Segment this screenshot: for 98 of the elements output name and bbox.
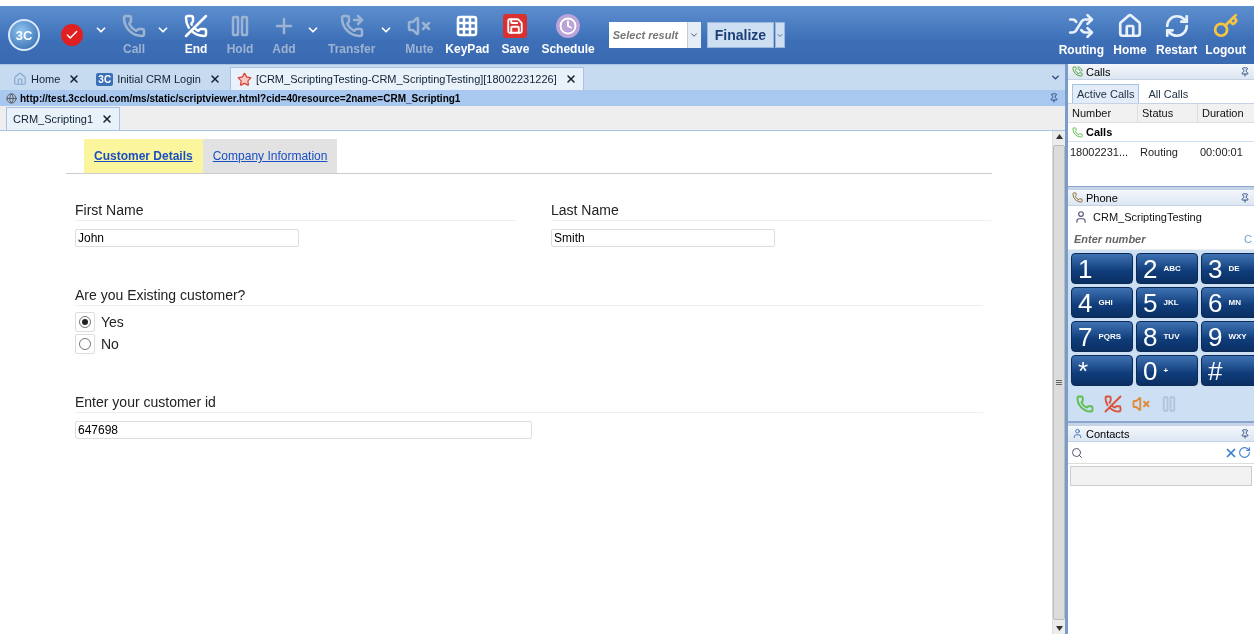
pin-icon[interactable] — [1240, 66, 1250, 77]
phone-icon — [1072, 66, 1083, 77]
field-label: Enter your customer id — [75, 394, 983, 413]
phone-icon — [1072, 192, 1083, 203]
panel-tab[interactable]: Active Calls — [1072, 84, 1140, 103]
shuffle-icon — [1068, 13, 1095, 39]
refresh-icon — [1163, 13, 1190, 39]
dial-key[interactable]: 3 DE — [1201, 253, 1254, 284]
save-icon — [503, 14, 528, 38]
keypad-button[interactable]: KeyPad — [441, 9, 494, 61]
restart-button[interactable]: Restart — [1152, 9, 1202, 61]
call-row[interactable]: 18002231... Routing 00:00:01 — [1068, 142, 1254, 162]
tab-label: [CRM_ScriptingTesting-CRM_ScriptingTesting][18002231226] — [255, 73, 557, 85]
routing-button[interactable]: Routing — [1054, 9, 1108, 61]
panel-tab[interactable]: All Calls — [1143, 84, 1194, 103]
form-tab[interactable]: Company Information — [202, 139, 338, 173]
group-row[interactable]: Calls — [1068, 123, 1254, 142]
table-cell-text: Routing — [1139, 145, 1179, 160]
option-label: No — [101, 336, 119, 352]
browser-tab[interactable]: 3C Initial CRM Login — [89, 67, 228, 90]
refresh-icon[interactable] — [1238, 446, 1251, 459]
globe-icon — [6, 92, 17, 104]
mute-icon — [407, 14, 432, 38]
document-tab[interactable]: CRM_Scripting1 — [6, 107, 121, 130]
phone-icon — [1072, 126, 1083, 138]
dial-key[interactable]: 5 JKL — [1136, 287, 1198, 318]
caret-icon[interactable] — [775, 22, 786, 48]
table-cell-text: 18002231... — [1069, 145, 1130, 160]
group-label: Calls — [1086, 126, 1113, 138]
field-label: First Name — [75, 202, 515, 221]
user-icon — [1074, 210, 1088, 224]
contact-icon — [1072, 428, 1083, 439]
pin-icon[interactable] — [1240, 428, 1250, 439]
text-field[interactable]: Smith — [551, 229, 775, 247]
profile-name: CRM_ScriptingTesting — [1093, 211, 1202, 223]
text-field[interactable]: 647698 — [75, 421, 532, 439]
search-icon — [1071, 446, 1083, 459]
panel-title: Contacts — [1086, 427, 1130, 440]
dial-key[interactable]: 8 TUV — [1136, 321, 1198, 352]
close-icon[interactable] — [101, 113, 114, 125]
save-button[interactable]: Save — [493, 9, 538, 61]
dial-key[interactable]: 1 — [1071, 253, 1133, 284]
close-icon[interactable] — [208, 73, 221, 85]
up-arrow-icon — [1055, 134, 1063, 139]
close-icon[interactable] — [564, 73, 577, 85]
finalize-button[interactable]: Finalize — [706, 22, 775, 48]
caret-icon[interactable] — [1050, 72, 1061, 83]
tab-label: Home — [31, 73, 61, 85]
down-arrow-icon — [1055, 626, 1063, 631]
home-icon — [13, 72, 27, 86]
phone-icon — [122, 14, 146, 38]
field-label: Last Name — [551, 202, 991, 221]
column-header[interactable]: Status — [1138, 104, 1198, 123]
logo: 3C — [8, 19, 40, 51]
logout-button[interactable]: Logout — [1201, 9, 1250, 61]
form-tab[interactable]: Customer Details — [84, 139, 203, 173]
result-select[interactable]: Select result — [608, 22, 687, 48]
radio-button[interactable] — [79, 316, 91, 328]
dial-key[interactable]: 7 PQRS — [1071, 321, 1133, 352]
home-icon — [1117, 13, 1143, 39]
dial-key[interactable]: * — [1071, 355, 1133, 386]
close-icon[interactable] — [68, 73, 81, 85]
keypad-icon — [455, 14, 480, 38]
hangup-icon — [184, 14, 208, 38]
option-label: Yes — [101, 314, 124, 330]
clock-icon — [556, 14, 581, 38]
dial-key[interactable]: 6 MN — [1201, 287, 1254, 318]
check-icon — [61, 24, 83, 46]
dial-key[interactable]: # — [1201, 355, 1254, 386]
column-header[interactable]: Number — [1068, 104, 1138, 123]
browser-tab[interactable]: [CRM_ScriptingTesting-CRM_ScriptingTesting][18002231226] — [229, 67, 584, 90]
pin-icon[interactable] — [1240, 192, 1250, 203]
star-icon — [236, 71, 252, 87]
dial-key[interactable]: 2 ABC — [1136, 253, 1198, 284]
url-text: http://test.3ccloud.com/ms/static/scriptviewer.html?cid=40resource=2name=CRM_Scripting1 — [20, 92, 461, 104]
end-button[interactable]: End — [174, 9, 218, 61]
panel-title: Calls — [1086, 65, 1111, 78]
text-field[interactable]: John — [75, 229, 299, 247]
column-header[interactable]: Duration — [1198, 104, 1254, 123]
home-button[interactable]: Home — [1108, 9, 1152, 61]
browser-tab[interactable]: Home — [6, 67, 88, 90]
scrollbar[interactable] — [1052, 131, 1065, 634]
dial-key[interactable]: 9 WXY — [1201, 321, 1254, 352]
schedule-button[interactable]: Schedule — [537, 9, 599, 61]
table-cell-text: 00:00:01 — [1199, 145, 1244, 160]
question-label: Are you Existing customer? — [75, 287, 983, 306]
logo: 3C — [96, 72, 114, 86]
phone-forward-icon — [339, 14, 364, 38]
radio-button[interactable] — [79, 338, 91, 350]
dial-key[interactable]: 0 + — [1136, 355, 1198, 386]
panel-title: Phone — [1086, 191, 1118, 204]
tab-label: Initial CRM Login — [117, 73, 201, 85]
pin-icon[interactable] — [1049, 93, 1059, 103]
tab-label: CRM_Scripting1 — [13, 113, 94, 125]
grip-icon — [1056, 380, 1062, 385]
hangup-button[interactable] — [1104, 394, 1122, 413]
dial-key[interactable]: 4 GHI — [1071, 287, 1133, 318]
key-icon — [1212, 13, 1239, 39]
